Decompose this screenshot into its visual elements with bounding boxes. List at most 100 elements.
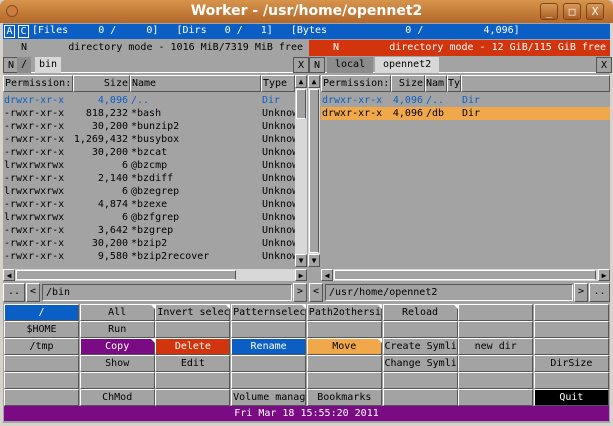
button-run[interactable]: Run — [79, 321, 155, 338]
button-empty[interactable] — [458, 355, 534, 372]
button-chmod[interactable]: ChMod — [79, 389, 155, 406]
scroll-thumb[interactable] — [334, 270, 596, 280]
button-volume-manag[interactable]: Volume manag — [231, 389, 307, 406]
scroll-up-arrow-icon[interactable]: ▲ — [295, 75, 307, 88]
button-empty[interactable] — [533, 372, 609, 389]
left-mode-bar[interactable]: N directory mode - 1016 MiB/7319 MiB fre… — [3, 40, 307, 56]
button-invert-selec[interactable]: Invert selec — [155, 304, 231, 321]
button-patternselec[interactable]: Patternselec — [231, 304, 307, 321]
button-empty[interactable] — [231, 355, 307, 372]
column-header-permission[interactable]: Permission: — [321, 75, 391, 92]
left-parent-dir-button[interactable]: .. — [3, 283, 25, 302]
right-new-tab-button[interactable]: N — [309, 57, 326, 73]
file-row[interactable]: drwxr-xr-x 4,096/.. Dir — [321, 94, 610, 107]
button-empty[interactable] — [382, 372, 458, 389]
file-row[interactable]: -rwxr-xr-x 3,642 *bzgrep Unknow — [3, 224, 295, 237]
right-back-button[interactable]: < — [309, 283, 323, 302]
left-vertical-scrollbar[interactable]: ▲ ▼ — [295, 75, 307, 267]
button-empty[interactable] — [382, 389, 458, 406]
button-empty[interactable] — [231, 372, 307, 389]
button-quit[interactable]: Quit — [533, 389, 609, 406]
button-home[interactable]: $HOME — [4, 321, 79, 338]
minimize-button[interactable]: _ — [540, 3, 558, 20]
right-horizontal-scrollbar[interactable]: ◀ ▶ — [321, 269, 610, 281]
left-horizontal-scrollbar[interactable]: ◀ ▶ — [3, 269, 307, 281]
button-reload[interactable]: Reload — [382, 304, 458, 321]
scroll-down-arrow-icon[interactable]: ▼ — [295, 254, 307, 267]
file-row[interactable]: -rwxr-xr-x 4,874 *bzexe Unknow — [3, 198, 295, 211]
scroll-left-arrow-icon[interactable]: ◀ — [321, 269, 333, 281]
button-copy[interactable]: Copy — [79, 338, 155, 355]
button-create-symli[interactable]: Create Symli — [382, 338, 458, 355]
button-empty[interactable] — [533, 304, 609, 321]
button-[interactable]: / — [4, 304, 79, 321]
left-close-tab-button[interactable]: X — [293, 57, 310, 73]
right-parent-dir-button[interactable]: .. — [589, 283, 610, 302]
file-row[interactable]: drwxr-xr-x 4,096/.. Dir — [3, 94, 295, 107]
scroll-thumb[interactable] — [16, 270, 236, 280]
column-header-name[interactable]: Name — [130, 75, 261, 92]
toggle-c-button[interactable]: C — [18, 25, 29, 38]
column-header-type[interactable]: Type — [261, 75, 295, 92]
left-back-button[interactable]: < — [26, 283, 40, 302]
file-row[interactable]: -rwxr-xr-x 1,269,432 *busybox Unknow — [3, 133, 295, 146]
button-empty[interactable] — [533, 321, 609, 338]
right-tab-opennet2[interactable]: opennet2 — [375, 57, 440, 73]
file-row[interactable]: lrwxrwxrwx 6 @bzcmp Unknow — [3, 159, 295, 172]
button-empty[interactable] — [4, 355, 79, 372]
button-show[interactable]: Show — [79, 355, 155, 372]
left-tab-bin[interactable]: bin — [35, 57, 62, 73]
button-path2othersi[interactable]: Path2othersi — [306, 304, 382, 321]
column-header-permission[interactable]: Permission: — [3, 75, 73, 92]
button-empty[interactable] — [533, 338, 609, 355]
toggle-all-button[interactable]: A — [4, 25, 15, 38]
button-new-dir[interactable]: new dir — [458, 338, 534, 355]
button-empty[interactable] — [4, 389, 79, 406]
button-empty[interactable] — [306, 321, 382, 338]
scroll-thumb[interactable] — [296, 89, 306, 119]
button-change-symli[interactable]: Change Symli — [382, 355, 458, 372]
button-empty[interactable] — [458, 372, 534, 389]
file-row[interactable]: -rwxr-xr-x 30,200 *bzcat Unknow — [3, 146, 295, 159]
button-empty[interactable] — [458, 321, 534, 338]
window-menu-icon[interactable] — [6, 5, 18, 17]
close-button[interactable]: X — [586, 3, 604, 20]
column-header-size[interactable]: Size — [391, 75, 425, 92]
button-edit[interactable]: Edit — [155, 355, 231, 372]
right-tab-local[interactable]: local — [327, 57, 374, 73]
right-vertical-scrollbar[interactable]: ▲ ▼ — [308, 75, 320, 267]
file-row[interactable]: -rwxr-xr-x 2,140 *bzdiff Unknow — [3, 172, 295, 185]
right-forward-button[interactable]: > — [574, 283, 588, 302]
scroll-thumb[interactable] — [309, 89, 319, 253]
button-bookmarks[interactable]: Bookmarks — [306, 389, 382, 406]
button-delete[interactable]: Delete — [155, 338, 231, 355]
button-empty[interactable] — [231, 321, 307, 338]
button-empty[interactable] — [458, 389, 534, 406]
column-header-size[interactable]: Size — [73, 75, 130, 92]
scroll-right-arrow-icon[interactable]: ▶ — [295, 269, 307, 281]
button-dirsize[interactable]: DirSize — [533, 355, 609, 372]
left-tab-root[interactable]: / — [17, 57, 32, 73]
file-row[interactable]: -rwxr-xr-x 818,232 *bash Unknow — [3, 107, 295, 120]
button-empty[interactable] — [382, 321, 458, 338]
button-tmp[interactable]: /tmp — [4, 338, 79, 355]
file-row[interactable]: lrwxrwxrwx 6 @bzegrep Unknow — [3, 185, 295, 198]
scroll-right-arrow-icon[interactable]: ▶ — [598, 269, 610, 281]
button-rename[interactable]: Rename — [231, 338, 307, 355]
right-close-tab-button[interactable]: X — [596, 57, 613, 73]
file-row[interactable]: -rwxr-xr-x 9,580 *bzip2recover Unknow — [3, 250, 295, 263]
button-empty[interactable] — [4, 372, 79, 389]
button-empty[interactable] — [155, 372, 231, 389]
button-empty[interactable] — [79, 372, 155, 389]
button-empty[interactable] — [155, 389, 231, 406]
button-empty[interactable] — [458, 304, 534, 321]
left-forward-button[interactable]: > — [293, 283, 307, 302]
button-empty[interactable] — [155, 321, 231, 338]
right-mode-bar[interactable]: N directory mode - 12 GiB/115 GiB free — [309, 40, 610, 56]
button-empty[interactable] — [306, 355, 382, 372]
file-row[interactable]: lrwxrwxrwx 6 @bzfgrep Unknow — [3, 211, 295, 224]
column-header-type[interactable]: Ty — [447, 75, 461, 92]
column-header-name[interactable]: Nam — [425, 75, 447, 92]
scroll-up-arrow-icon[interactable]: ▲ — [308, 75, 320, 88]
scroll-left-arrow-icon[interactable]: ◀ — [3, 269, 15, 281]
